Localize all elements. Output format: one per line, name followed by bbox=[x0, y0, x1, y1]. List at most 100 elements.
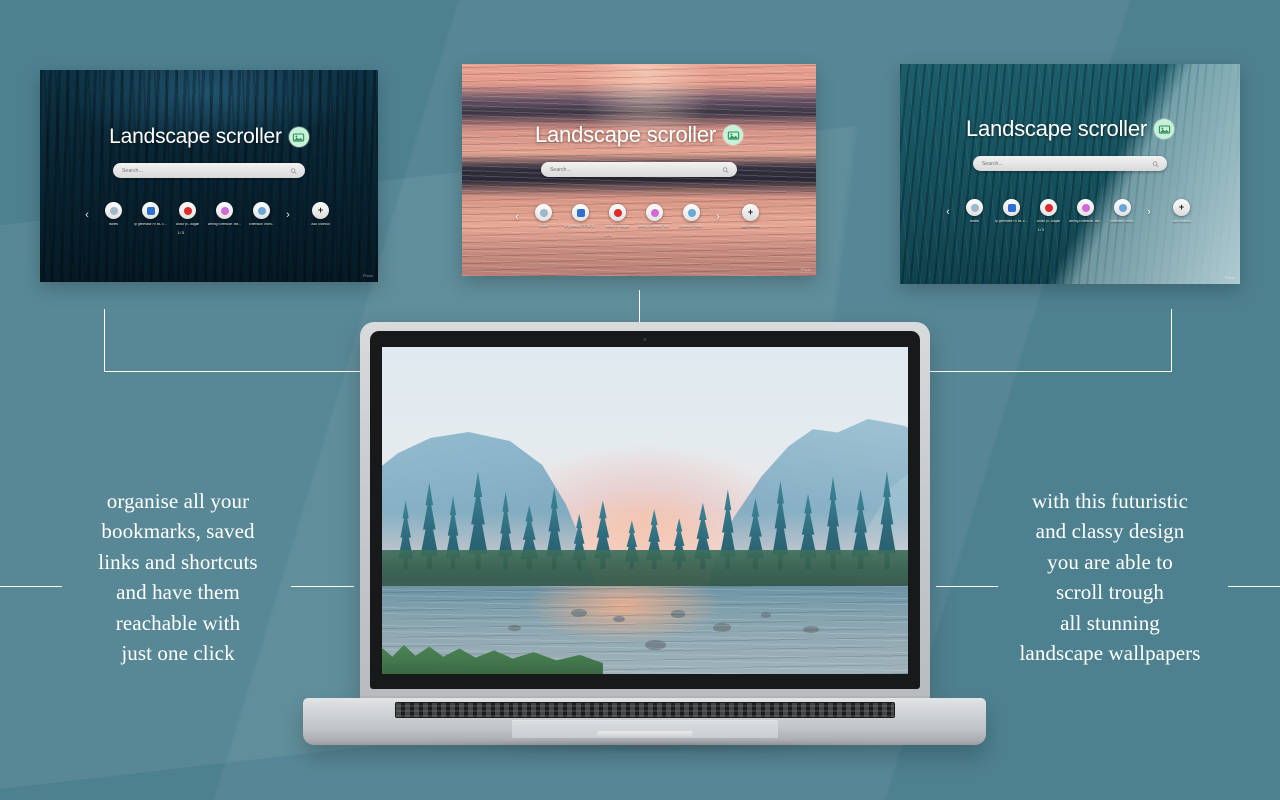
search-icon bbox=[722, 166, 729, 173]
palette-icon bbox=[1040, 199, 1057, 216]
puzzle-icon bbox=[1114, 199, 1131, 216]
laptop-mockup bbox=[303, 322, 986, 757]
bookmark-icon bbox=[535, 204, 552, 221]
add-shortcut-button[interactable]: + Add Shortcut bbox=[305, 202, 337, 227]
shortcut-item[interactable]: Writing Extension Team... bbox=[1068, 199, 1103, 224]
shortcut-item[interactable]: pp generator HTML colour pi... bbox=[564, 204, 598, 229]
caption-right: with this futuristic and classy design y… bbox=[994, 486, 1226, 669]
next-page-arrow[interactable]: › bbox=[1144, 199, 1155, 225]
bookmark-icon bbox=[966, 199, 983, 216]
pen-icon bbox=[216, 202, 233, 219]
shortcut-label: Writing Extension Team... bbox=[1068, 220, 1103, 223]
card-title-text: Landscape scroller bbox=[965, 116, 1148, 141]
caption-left-line: organise all your bbox=[106, 489, 250, 513]
shortcut-item[interactable]: tickets bbox=[959, 199, 991, 224]
search-bar[interactable]: Search... bbox=[541, 162, 737, 177]
page-indicator-wrap: 1/3 bbox=[178, 228, 185, 235]
laptop-keyboard[interactable] bbox=[395, 702, 895, 718]
photo-credit: Photo bbox=[801, 268, 811, 272]
connector-left-vertical bbox=[104, 309, 105, 372]
search-icon bbox=[1152, 160, 1159, 167]
photo-credit: Photo bbox=[1225, 276, 1235, 280]
shortcut-item[interactable]: tickets bbox=[528, 204, 560, 229]
palette-icon bbox=[179, 202, 196, 219]
add-shortcut-button[interactable]: + Add Shortcut bbox=[735, 204, 767, 229]
next-page-arrow[interactable]: › bbox=[713, 204, 724, 230]
preview-card-teal-hillside[interactable]: Landscape scroller Search... ‹ tickets p… bbox=[900, 64, 1240, 284]
preview-cards-group: Landscape scroller Search... ‹ tickets p… bbox=[0, 0, 1280, 300]
palette-icon bbox=[609, 204, 626, 221]
bookmark-icon bbox=[105, 202, 122, 219]
shortcut-item[interactable]: pp generator HTML colour pi... bbox=[133, 202, 168, 227]
laptop-screen[interactable] bbox=[382, 347, 908, 674]
caption-left: organise all your bookmarks, saved links… bbox=[60, 486, 296, 669]
search-placeholder: Search... bbox=[550, 166, 571, 173]
puzzle-icon bbox=[683, 204, 700, 221]
shortcut-item[interactable]: Extension Team... bbox=[676, 204, 708, 229]
card-title-text: Landscape scroller bbox=[109, 125, 282, 148]
shortcut-item[interactable]: tickets bbox=[98, 202, 130, 227]
code-icon bbox=[572, 204, 589, 221]
shortcut-label: Writing Extension Team... bbox=[637, 225, 672, 228]
shortcut-label: tickets bbox=[969, 220, 980, 223]
shortcut-item[interactable]: pp generator HTML colour pi... bbox=[995, 199, 1029, 224]
laptop-base bbox=[303, 698, 986, 745]
page-indicator: 1/3 bbox=[1037, 227, 1045, 232]
shortcut-label: pp generator HTML colour pi... bbox=[133, 223, 168, 226]
caption-left-line: and have them bbox=[116, 580, 240, 605]
caption-right-line: all stunning bbox=[1060, 610, 1160, 635]
search-bar[interactable]: Search... bbox=[113, 163, 305, 178]
landscape-image-icon bbox=[1154, 119, 1175, 139]
caption-right-line: landscape wallpapers bbox=[1019, 641, 1201, 666]
caption-right-line: and classy design bbox=[1035, 519, 1185, 544]
shortcut-item[interactable]: colour pi...bagan bbox=[602, 204, 634, 229]
code-icon bbox=[142, 202, 159, 219]
shortcut-label: tickets bbox=[538, 225, 549, 228]
laptop-shadow bbox=[323, 742, 973, 754]
prev-page-arrow[interactable]: ‹ bbox=[943, 199, 954, 225]
card-title: Landscape scroller bbox=[534, 122, 744, 148]
preview-card-night-forest[interactable]: Landscape scroller Search... ‹ tickets p… bbox=[40, 70, 378, 282]
shortcut-label: tickets bbox=[108, 223, 119, 226]
shortcuts-row: ‹ tickets pp generator HTML colour pi... bbox=[943, 199, 1198, 225]
search-bar[interactable]: Search... bbox=[973, 156, 1167, 171]
caption-left-line: just one click bbox=[121, 641, 235, 666]
shortcut-label: colour pi...bagan bbox=[605, 225, 630, 228]
caption-right-line: you are able to bbox=[1047, 549, 1173, 574]
shortcut-label: colour pi...bagan bbox=[175, 223, 200, 226]
add-shortcut-label: Add Shortcut bbox=[741, 225, 760, 228]
shortcut-label: Extension Team... bbox=[248, 223, 275, 226]
laptop-lid-notch bbox=[596, 731, 693, 736]
puzzle-icon bbox=[253, 202, 270, 219]
shortcut-item[interactable]: Extension Team... bbox=[1107, 199, 1139, 224]
pen-icon bbox=[646, 204, 663, 221]
photo-credit: Photo bbox=[363, 274, 373, 278]
shortcuts-row: ‹ tickets pp generator HTML colour pi... bbox=[82, 202, 337, 228]
caption-left-rule-outer bbox=[0, 586, 62, 587]
page-indicator-wrap: 1/3 bbox=[1038, 225, 1045, 232]
caption-left-line: bookmarks, saved bbox=[101, 519, 255, 544]
prev-page-arrow[interactable]: ‹ bbox=[82, 202, 93, 228]
shortcut-label: colour pi...bagan bbox=[1036, 220, 1061, 223]
shortcut-item[interactable]: colour pi...bagan bbox=[172, 202, 204, 227]
add-shortcut-label: Add Shortcut bbox=[1172, 220, 1191, 223]
shortcut-label: Extension Team... bbox=[678, 225, 705, 228]
laptop-lid bbox=[360, 322, 930, 699]
page-indicator: 1/3 bbox=[604, 232, 612, 237]
next-page-arrow[interactable]: › bbox=[283, 202, 294, 228]
preview-card-ocean-sunset[interactable]: Landscape scroller Search... ‹ tickets p… bbox=[462, 64, 816, 276]
connector-right-vertical bbox=[1171, 309, 1172, 372]
prev-page-arrow[interactable]: ‹ bbox=[512, 204, 523, 230]
plus-icon: + bbox=[742, 204, 759, 221]
caption-right-line: scroll trough bbox=[1055, 580, 1165, 605]
shortcut-item[interactable]: colour pi...bagan bbox=[1033, 199, 1065, 224]
shortcut-item[interactable]: Writing Extension Team... bbox=[637, 204, 672, 229]
shortcut-label: Extension Team... bbox=[1109, 220, 1136, 223]
landscape-image-icon bbox=[723, 125, 744, 145]
shortcut-item[interactable]: Writing Extension Team... bbox=[208, 202, 242, 227]
add-shortcut-button[interactable]: + Add Shortcut bbox=[1166, 199, 1198, 224]
card-title-text: Landscape scroller bbox=[534, 122, 717, 147]
shortcut-item[interactable]: Extension Team... bbox=[246, 202, 278, 227]
wallpaper-riverbank bbox=[382, 549, 908, 589]
page-indicator: 1/3 bbox=[177, 230, 185, 235]
